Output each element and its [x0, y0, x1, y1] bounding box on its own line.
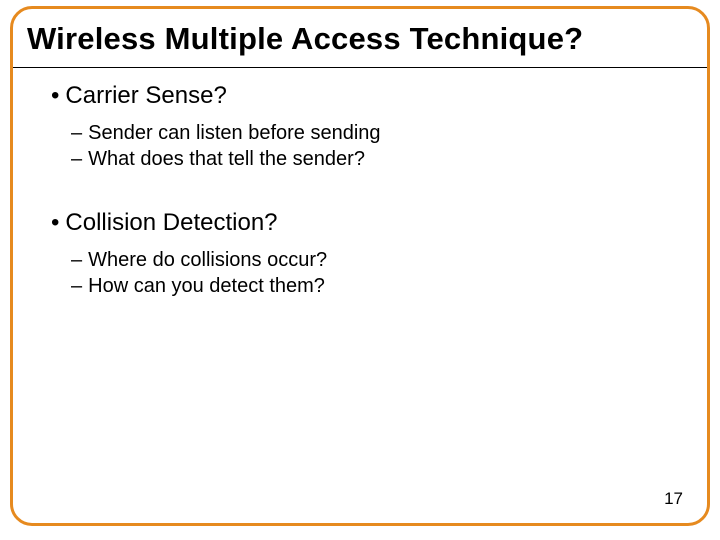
sub-bullet-text: How can you detect them?: [88, 275, 325, 297]
sub-bullet-group: –Where do collisions occur? –How can you…: [71, 248, 687, 299]
bullet-item: •Collision Detection?: [51, 208, 687, 238]
sub-bullet-group: –Sender can listen before sending –What …: [71, 121, 687, 172]
sub-bullet-item: –What does that tell the sender?: [71, 147, 687, 173]
title-wrap: Wireless Multiple Access Technique?: [13, 9, 707, 63]
dash-marker-icon: –: [71, 249, 82, 271]
sub-bullet-text: What does that tell the sender?: [88, 148, 365, 170]
bullet-marker-icon: •: [51, 209, 59, 236]
dash-marker-icon: –: [71, 275, 82, 297]
sub-bullet-item: –Where do collisions occur?: [71, 248, 687, 274]
title-underline: [13, 67, 707, 68]
sub-bullet-text: Where do collisions occur?: [88, 249, 327, 271]
sub-bullet-item: –How can you detect them?: [71, 274, 687, 300]
bullet-text: Collision Detection?: [65, 209, 277, 236]
sub-bullet-item: –Sender can listen before sending: [71, 121, 687, 147]
bullet-item: •Carrier Sense?: [51, 81, 687, 111]
content-area: •Carrier Sense? –Sender can listen befor…: [13, 63, 707, 299]
dash-marker-icon: –: [71, 148, 82, 170]
bullet-text: Carrier Sense?: [65, 82, 226, 109]
slide-title: Wireless Multiple Access Technique?: [27, 21, 697, 57]
page-number: 17: [664, 489, 683, 509]
sub-bullet-text: Sender can listen before sending: [88, 122, 380, 144]
slide-frame: Wireless Multiple Access Technique? •Car…: [10, 6, 710, 526]
bullet-marker-icon: •: [51, 82, 59, 109]
dash-marker-icon: –: [71, 122, 82, 144]
